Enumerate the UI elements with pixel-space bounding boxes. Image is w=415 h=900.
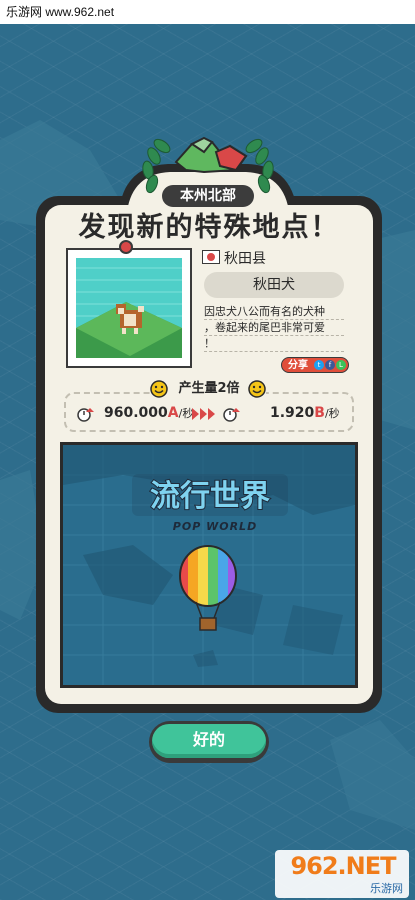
pop-world-logo: 流行世界 — [132, 474, 288, 516]
watermark-bottom: 962.NET 乐游网 — [275, 850, 409, 898]
production-up-icon — [77, 408, 94, 422]
watermark-label: 乐游网 — [370, 882, 403, 895]
prefecture-name: 秋田县 — [224, 251, 266, 267]
akita-dog-image — [76, 258, 182, 358]
photo-pin — [119, 240, 133, 254]
production-from-value: 960.000 — [104, 405, 168, 421]
divider — [204, 335, 344, 336]
description-line: ！ — [204, 337, 215, 350]
pop-world-subtitle: POP WORLD — [172, 520, 258, 533]
pop-world-logo-text: 流行世界 — [150, 479, 270, 514]
ok-label: 好的 — [192, 730, 225, 749]
divider — [204, 351, 344, 352]
production-from-unit: A — [167, 405, 179, 421]
arrows-icon — [192, 408, 215, 420]
ok-button[interactable]: 好的 — [149, 721, 269, 763]
watermark-logo: 962.NET — [290, 852, 396, 880]
share-button[interactable]: 分享 t f L — [281, 357, 349, 373]
spot-name: 秋田犬 — [204, 272, 344, 298]
smiley-icon — [248, 380, 266, 398]
region-label: 本州北部 — [162, 185, 254, 207]
production-to-value: 1.920 — [270, 405, 315, 421]
description-line: ，卷起来的尾巴非常可爱 — [204, 321, 325, 334]
production-to: 1.920B/秒 — [270, 405, 340, 421]
per-second: /秒 — [324, 407, 340, 420]
japan-flag-icon — [202, 250, 220, 264]
production-up-icon — [223, 408, 240, 422]
smiley-icon — [150, 380, 168, 398]
description-line: 因忠犬八公而有名的犬种 — [204, 305, 325, 318]
line-icon[interactable]: L — [336, 360, 346, 370]
share-label: 分享 — [288, 360, 308, 371]
facebook-icon[interactable]: f — [325, 360, 335, 370]
hot-air-balloon-image — [179, 545, 237, 631]
production-from: 960.000A/秒 — [104, 405, 193, 421]
production-title: 产生量2倍 — [178, 381, 240, 396]
production-to-unit: B — [314, 405, 325, 421]
ok-button-face[interactable]: 好的 — [152, 724, 266, 758]
watermark-top: 乐游网 www.962.net — [0, 0, 415, 24]
twitter-icon[interactable]: t — [314, 360, 324, 370]
dialog-title: 发现新的特殊地点！ — [78, 212, 340, 243]
divider — [204, 319, 344, 320]
